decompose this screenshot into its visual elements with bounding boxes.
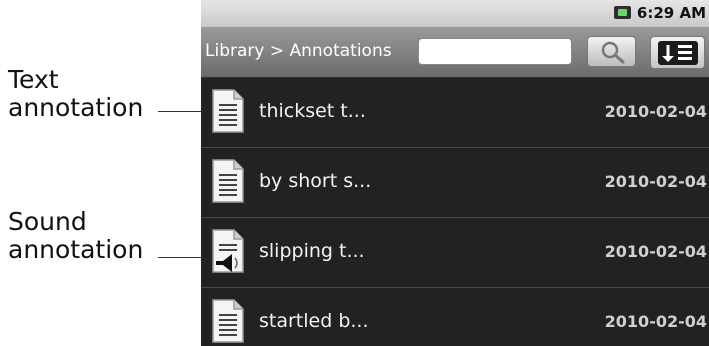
callout-sound-line1: Sound: [8, 207, 87, 236]
annotation-date: 2010-02-04: [604, 102, 707, 121]
list-item[interactable]: thickset t... 2010-02-04: [201, 78, 709, 148]
annotation-date: 2010-02-04: [604, 242, 707, 261]
annotation-date: 2010-02-04: [604, 172, 707, 191]
search-button[interactable]: [587, 36, 636, 67]
sound-document-icon: [212, 229, 244, 273]
text-annotation-callout: Text annotation: [8, 66, 143, 122]
callout-text-line2: annotation: [8, 93, 144, 122]
annotation-date: 2010-02-04: [604, 312, 707, 331]
status-bar: 6:29 AM: [201, 0, 709, 27]
list-item[interactable]: startled b... 2010-02-04: [201, 288, 709, 346]
sort-icon: [658, 41, 698, 65]
status-time: 6:29 AM: [636, 4, 706, 22]
document-icon: [212, 89, 244, 133]
title-bar: Library > Annotations: [201, 27, 709, 78]
document-icon: [212, 159, 244, 203]
callout-sound-line2: annotation: [8, 235, 144, 264]
list-item[interactable]: by short s... 2010-02-04: [201, 148, 709, 218]
annotation-title: slipping t...: [259, 240, 365, 262]
list-item[interactable]: slipping t... 2010-02-04: [201, 218, 709, 288]
annotation-title: thickset t...: [259, 100, 366, 122]
search-input[interactable]: [418, 38, 572, 65]
search-icon: [601, 41, 625, 64]
document-icon: [212, 299, 244, 343]
annotations-list: thickset t... 2010-02-04 by short s... 2…: [201, 78, 709, 346]
text-callout-leader-line: [158, 111, 205, 112]
breadcrumb[interactable]: Library > Annotations: [205, 41, 392, 61]
phone-screen: 6:29 AM Library > Annotations thickset t…: [201, 0, 709, 346]
battery-icon: [614, 6, 631, 19]
annotation-title: by short s...: [259, 170, 372, 192]
callout-text-line1: Text: [8, 65, 59, 94]
sound-callout-leader-line: [158, 257, 205, 258]
sort-button[interactable]: [650, 36, 705, 69]
sound-annotation-callout: Sound annotation: [8, 208, 143, 264]
annotation-title: startled b...: [259, 310, 369, 332]
